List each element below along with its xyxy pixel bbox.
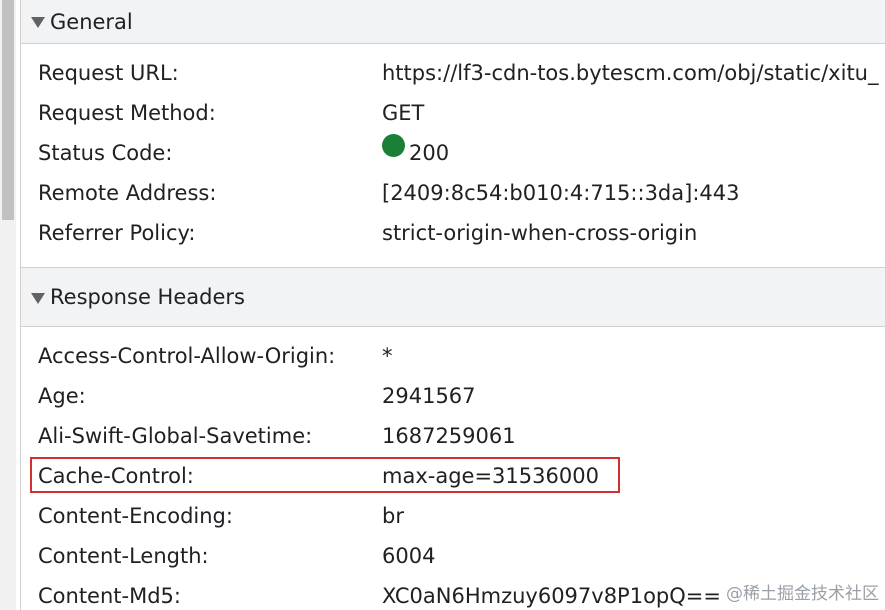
header-value[interactable]: strict-origin-when-cross-origin [382, 213, 697, 253]
header-key: Cache-Control: [38, 464, 194, 488]
header-key: Access-Control-Allow-Origin: [38, 344, 336, 368]
header-key: Content-Encoding: [38, 504, 233, 528]
header-key: Referrer Policy: [38, 221, 196, 245]
header-value[interactable]: br [382, 496, 404, 536]
header-value[interactable]: 1687259061 [382, 416, 516, 456]
general-row-referrer-policy: Referrer Policy: strict-origin-when-cros… [21, 213, 885, 253]
general-row-request-method: Request Method: GET [21, 93, 885, 133]
general-rows: Request URL: https://lf3-cdn-tos.bytescm… [21, 44, 885, 267]
header-key: Ali-Swift-Global-Savetime: [38, 424, 313, 448]
watermark: @稀土掘金技术社区 [726, 584, 879, 604]
header-value[interactable]: max-age=31536000 [382, 456, 599, 496]
response-row-age: Age: 2941567 [21, 376, 885, 416]
header-value[interactable]: 2941567 [382, 376, 476, 416]
header-value[interactable]: XC0aN6Hmzuy6097v8P1opQ== [382, 576, 721, 610]
response-headers-rows: Access-Control-Allow-Origin: * Age: 2941… [21, 327, 885, 610]
general-row-remote-address: Remote Address: [2409:8c54:b010:4:715::3… [21, 173, 885, 213]
header-value[interactable]: https://lf3-cdn-tos.bytescm.com/obj/stat… [382, 53, 878, 93]
general-section-header[interactable]: General [21, 0, 885, 44]
response-headers-section-header[interactable]: Response Headers [21, 267, 885, 327]
general-row-status-code: Status Code: 200 [21, 133, 885, 173]
header-value[interactable]: 6004 [382, 536, 435, 576]
response-row-content-encoding: Content-Encoding: br [21, 496, 885, 536]
collapse-triangle-icon[interactable] [31, 292, 45, 304]
general-section-title: General [50, 9, 133, 34]
header-value[interactable]: GET [382, 93, 424, 133]
devtools-headers-pane: General Request URL: https://lf3-cdn-tos… [0, 0, 885, 610]
collapse-triangle-icon[interactable] [31, 17, 45, 28]
status-code-text: 200 [409, 141, 450, 165]
response-headers-section-title: Response Headers [50, 285, 245, 309]
response-row-cache-control: Cache-Control: max-age=31536000 [21, 456, 885, 496]
header-key: Age: [38, 384, 86, 408]
header-key: Request Method: [38, 101, 216, 125]
scrollbar-thumb[interactable] [2, 0, 14, 220]
header-key: Content-Md5: [38, 584, 181, 608]
header-key: Remote Address: [38, 181, 217, 205]
status-ok-dot-icon [382, 134, 405, 157]
status-code-value[interactable]: 200 [382, 133, 449, 173]
vertical-scrollbar[interactable] [0, 0, 16, 610]
response-row-content-length: Content-Length: 6004 [21, 536, 885, 576]
header-key: Content-Length: [38, 544, 209, 568]
header-value[interactable]: * [382, 336, 393, 376]
header-key: Request URL: [38, 61, 179, 85]
response-row-ali-swift-global-savetime: Ali-Swift-Global-Savetime: 1687259061 [21, 416, 885, 456]
general-row-request-url: Request URL: https://lf3-cdn-tos.bytescm… [21, 53, 885, 93]
header-value[interactable]: [2409:8c54:b010:4:715::3da]:443 [382, 173, 739, 213]
headers-panel: General Request URL: https://lf3-cdn-tos… [20, 0, 885, 610]
header-key: Status Code: [38, 141, 173, 165]
response-row-access-control-allow-origin: Access-Control-Allow-Origin: * [21, 336, 885, 376]
